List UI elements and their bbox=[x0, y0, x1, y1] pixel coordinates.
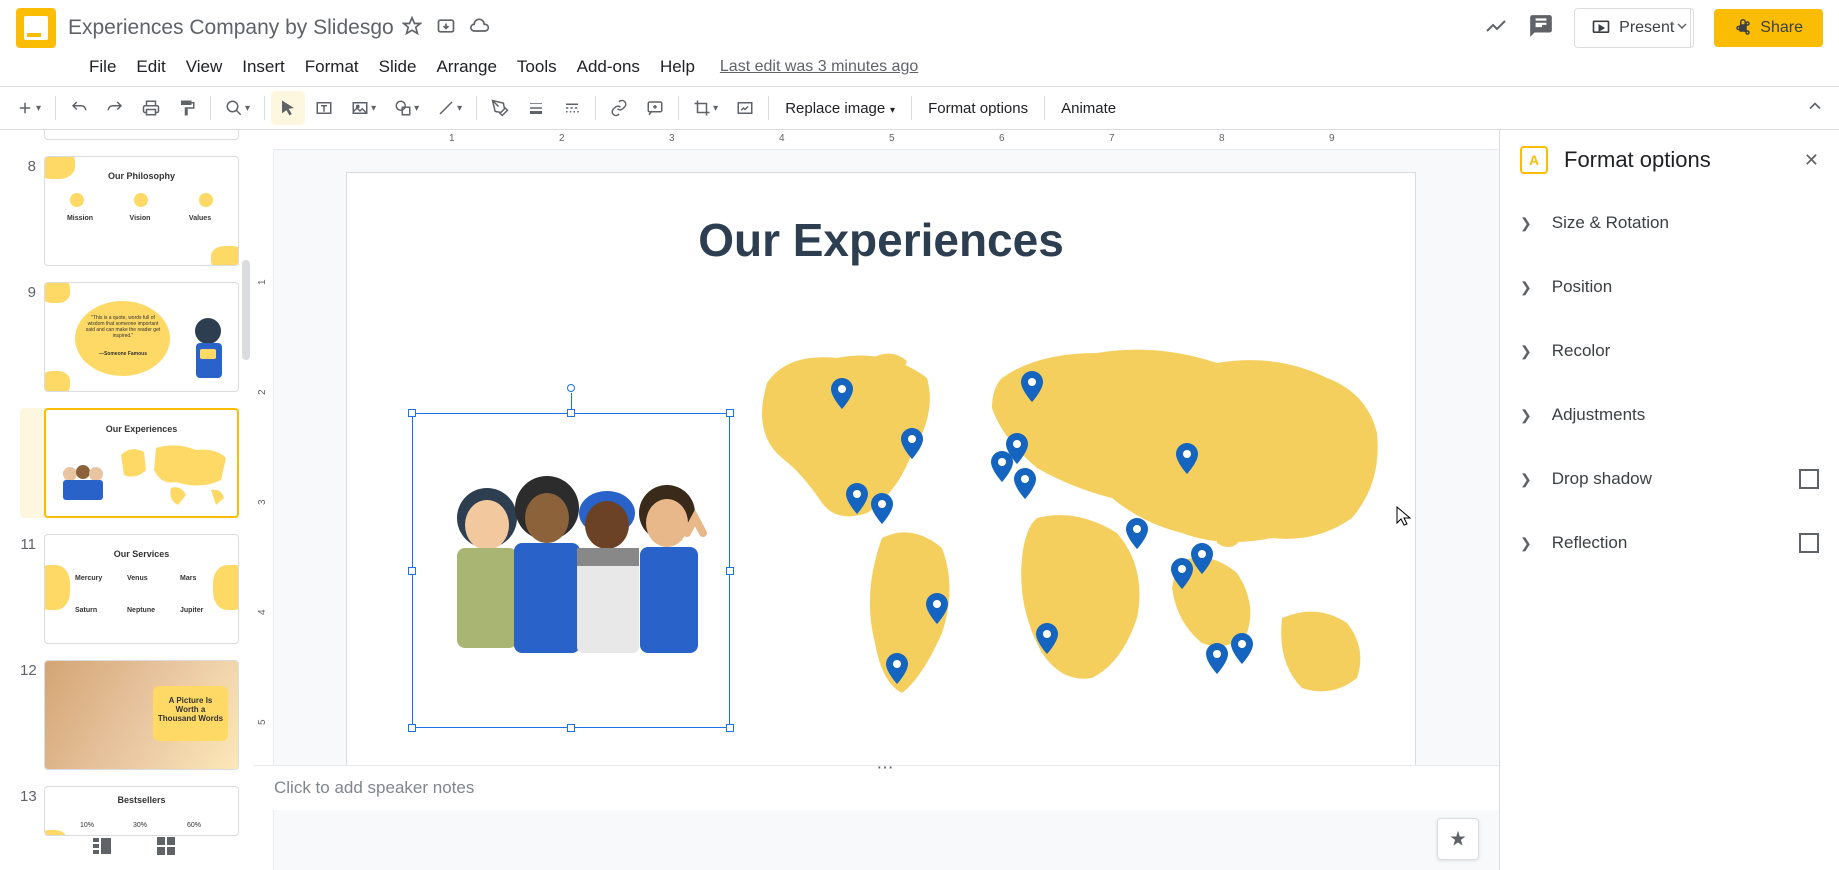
print-button[interactable] bbox=[134, 91, 168, 125]
share-label: Share bbox=[1760, 19, 1803, 37]
undo-button[interactable] bbox=[62, 91, 96, 125]
menu-slide[interactable]: Slide bbox=[370, 53, 426, 81]
resize-handle-ne[interactable] bbox=[726, 409, 734, 417]
slide-thumb-10[interactable]: Our Experiences bbox=[44, 408, 239, 518]
select-tool[interactable] bbox=[271, 91, 305, 125]
comment-button[interactable] bbox=[638, 91, 672, 125]
star-icon[interactable] bbox=[402, 16, 422, 41]
menu-help[interactable]: Help bbox=[651, 53, 704, 81]
cloud-icon[interactable] bbox=[470, 16, 490, 41]
resize-handle-nw[interactable] bbox=[408, 409, 416, 417]
resize-handle-se[interactable] bbox=[726, 724, 734, 732]
resize-handle-n[interactable] bbox=[567, 409, 575, 417]
trending-icon[interactable] bbox=[1484, 14, 1508, 43]
shape-tool[interactable]: ▾ bbox=[386, 91, 427, 125]
thumb-num-9: 9 bbox=[20, 282, 44, 392]
format-options-panel: A Format options ✕ ❯ Size & Rotation ❯ P… bbox=[1499, 130, 1839, 870]
toolbar: ▾ ▾ ▾ ▾ ▾ ▾ Replace image ▾ Format optio… bbox=[0, 86, 1839, 130]
slide-thumb-11[interactable]: Our Services Mercury Venus Mars Saturn N… bbox=[44, 534, 239, 644]
image-tool[interactable]: ▾ bbox=[343, 91, 384, 125]
slide-thumb-7-partial[interactable] bbox=[44, 130, 239, 140]
slide-thumb-12[interactable]: A Picture Is Worth a Thousand Words bbox=[44, 660, 239, 770]
bottom-bar bbox=[0, 822, 1839, 870]
line-tool[interactable]: ▾ bbox=[429, 91, 470, 125]
resize-handle-e[interactable] bbox=[726, 567, 734, 575]
resize-handle-sw[interactable] bbox=[408, 724, 416, 732]
chevron-right-icon: ❯ bbox=[1520, 471, 1532, 488]
replace-image-button[interactable]: Replace image ▾ bbox=[775, 94, 905, 123]
menu-insert[interactable]: Insert bbox=[233, 53, 294, 81]
thumb-num-11: 11 bbox=[20, 534, 44, 644]
close-icon[interactable]: ✕ bbox=[1804, 150, 1819, 171]
slide-thumb-9[interactable]: "This is a quote, words full of wisdom t… bbox=[44, 282, 239, 392]
document-title[interactable]: Experiences Company by Slidesgo bbox=[68, 16, 394, 40]
slide-title: Our Experiences bbox=[347, 213, 1415, 267]
animate-button[interactable]: Animate bbox=[1051, 94, 1126, 123]
reflection-checkbox[interactable] bbox=[1799, 533, 1819, 553]
chevron-right-icon: ❯ bbox=[1520, 407, 1532, 424]
format-options-button[interactable]: Format options bbox=[918, 94, 1038, 123]
menu-edit[interactable]: Edit bbox=[127, 53, 174, 81]
grid-view-icon[interactable] bbox=[154, 834, 178, 858]
textbox-tool[interactable] bbox=[307, 91, 341, 125]
filmstrip-scrollbar[interactable] bbox=[242, 260, 250, 360]
title-bar: Experiences Company by Slidesgo Present … bbox=[0, 0, 1839, 56]
menu-bar: File Edit View Insert Format Slide Arran… bbox=[0, 56, 1839, 86]
speaker-notes[interactable]: Click to add speaker notes bbox=[254, 765, 1499, 810]
chevron-right-icon: ❯ bbox=[1520, 535, 1532, 552]
crop-button[interactable]: ▾ bbox=[685, 91, 726, 125]
sidebar-item-reflection[interactable]: ❯ Reflection bbox=[1500, 511, 1839, 575]
border-dash-button[interactable] bbox=[555, 91, 589, 125]
chevron-right-icon: ❯ bbox=[1520, 279, 1532, 296]
resize-handle-s[interactable] bbox=[567, 724, 575, 732]
slide-thumb-8[interactable]: Our Philosophy Mission Vision Values bbox=[44, 156, 239, 266]
sidebar-item-position[interactable]: ❯ Position bbox=[1500, 255, 1839, 319]
resize-handle-w[interactable] bbox=[408, 567, 416, 575]
thumb-num-12: 12 bbox=[20, 660, 44, 770]
thumb-num-10: 10 bbox=[20, 408, 44, 518]
sidebar-item-recolor[interactable]: ❯ Recolor bbox=[1500, 319, 1839, 383]
collapse-toolbar-icon[interactable] bbox=[1799, 90, 1831, 127]
rotation-handle[interactable] bbox=[567, 384, 575, 392]
thumb-num-8: 8 bbox=[20, 156, 44, 266]
border-color-button[interactable] bbox=[483, 91, 517, 125]
new-slide-button[interactable]: ▾ bbox=[8, 91, 49, 125]
slides-logo[interactable] bbox=[16, 8, 56, 48]
menu-arrange[interactable]: Arrange bbox=[427, 53, 505, 81]
menu-file[interactable]: File bbox=[80, 53, 125, 81]
redo-button[interactable] bbox=[98, 91, 132, 125]
ruler-vertical: 1 2 3 4 5 bbox=[254, 150, 274, 870]
menu-addons[interactable]: Add-ons bbox=[568, 53, 649, 81]
chevron-right-icon: ❯ bbox=[1520, 215, 1532, 232]
last-edit-link[interactable]: Last edit was 3 minutes ago bbox=[720, 58, 918, 76]
comments-icon[interactable] bbox=[1528, 13, 1554, 44]
main-area: 8 Our Philosophy Mission Vision Values 9 bbox=[0, 130, 1839, 870]
zoom-button[interactable]: ▾ bbox=[217, 91, 258, 125]
reset-image-button[interactable] bbox=[728, 91, 762, 125]
paint-format-button[interactable] bbox=[170, 91, 204, 125]
border-weight-button[interactable] bbox=[519, 91, 553, 125]
sidebar-item-drop-shadow[interactable]: ❯ Drop shadow bbox=[1500, 447, 1839, 511]
menu-view[interactable]: View bbox=[177, 53, 232, 81]
present-label: Present bbox=[1619, 19, 1674, 37]
drop-shadow-checkbox[interactable] bbox=[1799, 469, 1819, 489]
menu-format[interactable]: Format bbox=[296, 53, 368, 81]
filmstrip-view-icon[interactable] bbox=[90, 834, 114, 858]
filmstrip: 8 Our Philosophy Mission Vision Values 9 bbox=[0, 130, 254, 870]
sidebar-title: Format options bbox=[1564, 147, 1804, 173]
chevron-right-icon: ❯ bbox=[1520, 343, 1532, 360]
present-dropdown[interactable] bbox=[1671, 8, 1694, 48]
share-button[interactable]: Share bbox=[1714, 9, 1823, 47]
world-map-image bbox=[727, 323, 1427, 763]
ruler-horizontal: 1 2 3 4 5 6 7 8 9 bbox=[274, 130, 1499, 150]
link-button[interactable] bbox=[602, 91, 636, 125]
selection-box[interactable] bbox=[412, 413, 730, 728]
format-options-icon: A bbox=[1520, 146, 1548, 174]
menu-tools[interactable]: Tools bbox=[508, 53, 566, 81]
sidebar-item-size-rotation[interactable]: ❯ Size & Rotation bbox=[1500, 191, 1839, 255]
sidebar-item-adjustments[interactable]: ❯ Adjustments bbox=[1500, 383, 1839, 447]
move-to-icon[interactable] bbox=[436, 16, 456, 41]
slide-canvas[interactable]: Our Experiences bbox=[346, 172, 1416, 772]
